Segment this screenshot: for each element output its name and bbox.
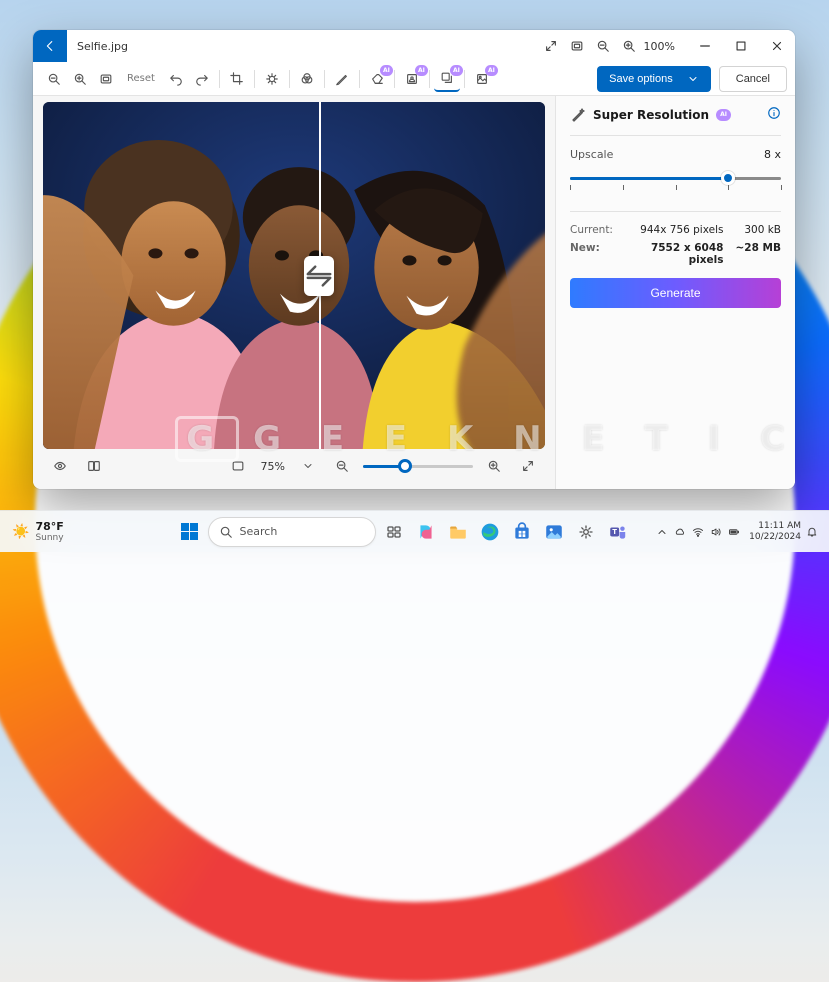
wifi-icon[interactable] [691,525,705,539]
upscale-label: Upscale [570,148,613,161]
sun-icon: ☀️ [12,524,29,540]
minimize-button[interactable] [687,30,723,62]
weather-cond: Sunny [35,533,63,543]
compare-handle[interactable] [304,256,334,296]
current-label: Current: [570,224,613,236]
upscale-slider[interactable] [570,169,781,199]
current-size: 300 kB [735,224,781,236]
zoom-in-tool[interactable] [67,66,93,92]
date: 10/22/2024 [749,532,801,542]
bottom-zoom-slider[interactable] [363,454,473,478]
explorer-icon[interactable] [444,518,472,546]
view-visibility-icon[interactable] [47,453,73,479]
zoom-dropdown-icon[interactable] [295,453,321,479]
image-canvas[interactable] [43,102,545,449]
canvas-bottombar: 75% [43,449,545,483]
weather-widget[interactable]: ☀️ 78°F Sunny [0,520,158,543]
fit-screen-icon[interactable] [225,453,251,479]
taskbar: ☀️ 78°F Sunny Search T 11:11 AM 10/22/20… [0,510,829,552]
teams-icon[interactable]: T [604,518,632,546]
edge-icon[interactable] [476,518,504,546]
battery-icon[interactable] [727,525,741,539]
photos-app-icon[interactable] [540,518,568,546]
info-icon[interactable] [767,106,781,123]
canvas-pane: 75% [33,96,555,489]
fullscreen-icon[interactable] [515,453,541,479]
back-button[interactable] [33,30,67,62]
bottom-zoom-in-icon[interactable] [481,453,507,479]
save-options-button[interactable]: Save options [597,66,711,92]
zoom-out-tool[interactable] [41,66,67,92]
search-box[interactable]: Search [208,517,376,547]
markup-tool[interactable] [329,66,355,92]
fit-tool[interactable] [93,66,119,92]
expand-icon[interactable] [538,33,564,59]
zoom-out-icon[interactable] [590,33,616,59]
wand-icon [570,107,586,123]
tray-chevron-icon[interactable] [655,525,669,539]
file-name: Selfie.jpg [77,40,128,53]
adjust-tool[interactable] [259,66,285,92]
ai-badge: AI [716,109,731,121]
new-dims: 7552 x 6048 pixels [625,242,723,266]
volume-icon[interactable] [709,525,723,539]
filter-tool[interactable] [294,66,320,92]
clock[interactable]: 11:11 AM 10/22/2024 [749,521,801,542]
copilot-icon[interactable] [412,518,440,546]
maximize-button[interactable] [723,30,759,62]
fit-window-icon[interactable] [564,33,590,59]
settings-icon[interactable] [572,518,600,546]
search-placeholder: Search [240,525,278,538]
erase-tool[interactable]: AI [364,66,390,92]
reset-button[interactable]: Reset [119,66,163,92]
upscale-value: 8 x [764,148,781,161]
onedrive-icon[interactable] [673,525,687,539]
super-resolution-tool[interactable]: AI [434,66,460,92]
cancel-button[interactable]: Cancel [719,66,787,92]
undo-button[interactable] [163,66,189,92]
bottom-zoom-out-icon[interactable] [329,453,355,479]
store-icon[interactable] [508,518,536,546]
titlebar: Selfie.jpg 100% [33,30,795,62]
current-dims: 944x 756 pixels [625,224,723,236]
edit-toolbar: Reset AI AI AI AI Save options Cancel [33,62,795,96]
notifications-icon[interactable] [805,525,819,539]
time: 11:11 AM [749,521,801,531]
new-label: New: [570,242,613,266]
new-size: ~28 MB [735,242,781,266]
background-tool[interactable]: AI [399,66,425,92]
redo-button[interactable] [189,66,215,92]
weather-temp: 78°F [35,520,63,533]
crop-tool[interactable] [224,66,250,92]
photos-app-window: Selfie.jpg 100% Reset AI AI AI [33,30,795,489]
close-button[interactable] [759,30,795,62]
titlebar-zoom-value: 100% [644,40,675,53]
task-view-icon[interactable] [380,518,408,546]
zoom-in-icon[interactable] [616,33,642,59]
bottom-zoom-value: 75% [261,460,285,473]
super-resolution-panel: Super Resolution AI Upscale 8 x Current:… [555,96,795,489]
start-button[interactable] [176,518,204,546]
svg-text:T: T [612,528,617,536]
compare-toggle-icon[interactable] [81,453,107,479]
generate-button[interactable]: Generate [570,278,781,308]
panel-title: Super Resolution [593,108,709,122]
restyle-tool[interactable]: AI [469,66,495,92]
